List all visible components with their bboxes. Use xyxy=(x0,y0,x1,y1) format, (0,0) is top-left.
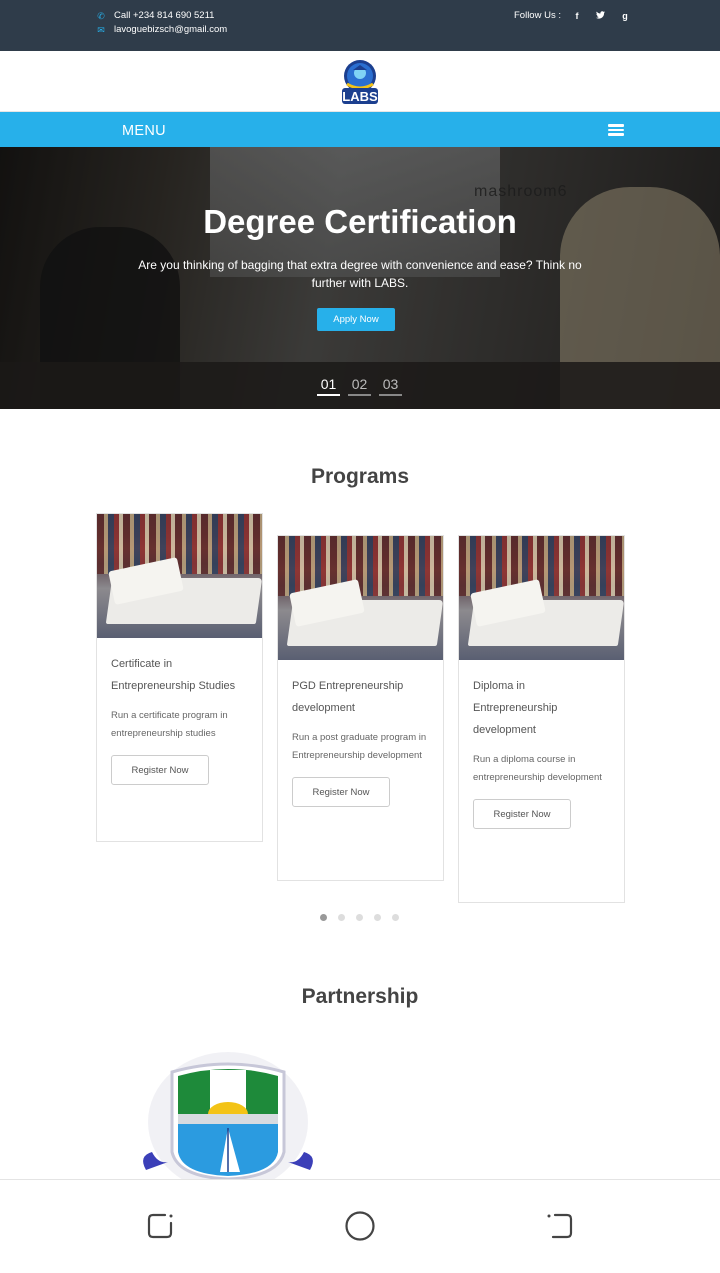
program-title[interactable]: Certificate in Entrepreneurship Studies xyxy=(111,653,248,697)
partner-crest-emblem[interactable] xyxy=(128,1052,328,1179)
carousel-dot[interactable] xyxy=(392,914,399,921)
phone-text[interactable]: Call +234 814 690 5211 xyxy=(114,9,214,23)
logo-text: LABS xyxy=(342,89,378,104)
programs-heading: Programs xyxy=(310,465,410,488)
program-book-image xyxy=(459,536,624,660)
hero-page-1[interactable]: 01 xyxy=(317,376,340,396)
top-contact-bar: ✆ Call +234 814 690 5211 ✉ lavoguebizsch… xyxy=(0,0,720,51)
email-icon: ✉ xyxy=(97,25,105,35)
home-icon[interactable] xyxy=(345,1211,375,1241)
program-book-image xyxy=(278,536,443,660)
google-plus-icon[interactable]: g xyxy=(613,11,637,21)
program-title[interactable]: PGD Entrepreneurship development xyxy=(292,675,429,719)
program-description: Run a certificate program in entrepreneu… xyxy=(111,710,228,739)
contact-info: ✆ Call +234 814 690 5211 ✉ lavoguebizsch… xyxy=(96,9,227,37)
carousel-dot[interactable] xyxy=(356,914,363,921)
android-navigation-bar xyxy=(0,1179,720,1273)
back-icon[interactable] xyxy=(545,1211,575,1241)
hero-subtitle: Are you thinking of bagging that extra d… xyxy=(138,258,582,290)
email-text[interactable]: lavoguebizsch@gmail.com xyxy=(114,23,227,37)
program-card[interactable]: Diploma in Entrepreneurship development … xyxy=(458,535,625,903)
apply-now-button[interactable]: Apply Now xyxy=(317,308,395,331)
twitter-icon[interactable] xyxy=(589,10,613,21)
hamburger-menu-icon[interactable] xyxy=(608,124,624,136)
phone-icon: ✆ xyxy=(97,11,105,21)
carousel-dot[interactable] xyxy=(320,914,327,921)
hero-slider: mashroom6 Degree Certification Are you t… xyxy=(0,147,720,409)
register-now-button[interactable]: Register Now xyxy=(292,777,390,807)
program-title[interactable]: Diploma in Entrepreneurship development xyxy=(473,675,610,741)
program-card[interactable]: Certificate in Entrepreneurship Studies … xyxy=(96,513,263,842)
carousel-dot[interactable] xyxy=(374,914,381,921)
header-logo-bar: LABS xyxy=(0,51,720,112)
hero-pager: 01 02 03 xyxy=(317,376,402,396)
program-description: Run a diploma course in entrepreneurship… xyxy=(473,754,602,783)
carousel-dot[interactable] xyxy=(338,914,345,921)
partnership-heading: Partnership xyxy=(301,985,419,1008)
hero-title: Degree Certification xyxy=(203,203,517,240)
program-card[interactable]: PGD Entrepreneurship development Run a p… xyxy=(277,535,444,881)
labs-logo[interactable]: LABS xyxy=(339,58,381,106)
register-now-button[interactable]: Register Now xyxy=(473,799,571,829)
follow-label: Follow Us : xyxy=(514,10,561,21)
program-book-image xyxy=(97,514,262,638)
main-menu-bar: MENU xyxy=(0,112,720,147)
carousel-dots xyxy=(320,914,399,921)
recent-apps-icon[interactable] xyxy=(145,1211,175,1241)
hero-page-3[interactable]: 03 xyxy=(379,376,402,396)
register-now-button[interactable]: Register Now xyxy=(111,755,209,785)
social-follow: Follow Us : f g xyxy=(514,10,637,21)
menu-label[interactable]: MENU xyxy=(122,123,166,139)
program-description: Run a post graduate program in Entrepren… xyxy=(292,732,427,761)
hero-page-2[interactable]: 02 xyxy=(348,376,371,396)
facebook-icon[interactable]: f xyxy=(565,11,589,21)
